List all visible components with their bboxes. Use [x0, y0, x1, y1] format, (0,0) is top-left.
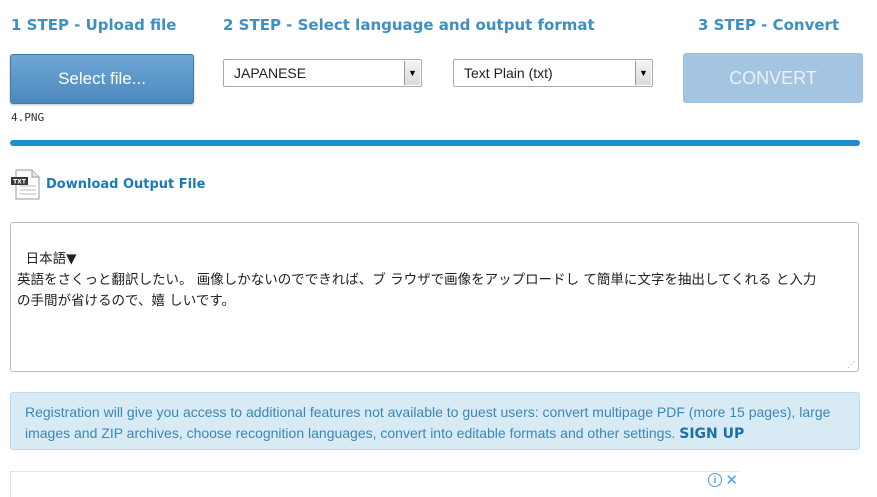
format-select[interactable]: Text Plain (txt) ▼: [453, 59, 653, 87]
select-file-button[interactable]: Select file...: [10, 54, 194, 104]
ad-close-icon[interactable]: ✕: [725, 471, 738, 489]
selected-filename: 4.PNG: [11, 111, 45, 124]
progress-bar: [10, 140, 860, 146]
step1-title: 1 STEP - Upload file: [11, 16, 177, 34]
ad-banner[interactable]: i ✕: [10, 471, 740, 497]
sign-up-link[interactable]: SIGN UP: [679, 426, 744, 442]
txt-icon-label: TXT: [13, 179, 27, 186]
convert-label: CONVERT: [729, 67, 817, 88]
language-dropdown-arrow-icon[interactable]: ▼: [404, 61, 420, 85]
ad-info-icon[interactable]: i: [708, 473, 722, 487]
txt-file-icon[interactable]: TXT: [10, 169, 40, 200]
convert-button[interactable]: CONVERT: [683, 53, 863, 103]
select-file-label: Select file...: [58, 69, 146, 88]
language-selected-value: JAPANESE: [234, 65, 307, 81]
format-selected-value: Text Plain (txt): [464, 65, 553, 81]
resize-handle-icon[interactable]: ⋰: [847, 360, 856, 369]
step3-title: 3 STEP - Convert: [698, 16, 840, 34]
format-dropdown-arrow-icon[interactable]: ▼: [635, 61, 651, 85]
language-select[interactable]: JAPANESE ▼: [223, 59, 422, 87]
registration-info-box: Registration will give you access to add…: [10, 392, 860, 450]
output-text: 日本語▼ 英語をさくっと翻訳したい。 画像しかないのでできれば、ブ ラウザで画像…: [17, 251, 817, 309]
output-textarea[interactable]: 日本語▼ 英語をさくっと翻訳したい。 画像しかないのでできれば、ブ ラウザで画像…: [10, 222, 859, 372]
step2-title: 2 STEP - Select language and output form…: [223, 16, 595, 34]
download-output-link[interactable]: Download Output File: [46, 177, 205, 192]
